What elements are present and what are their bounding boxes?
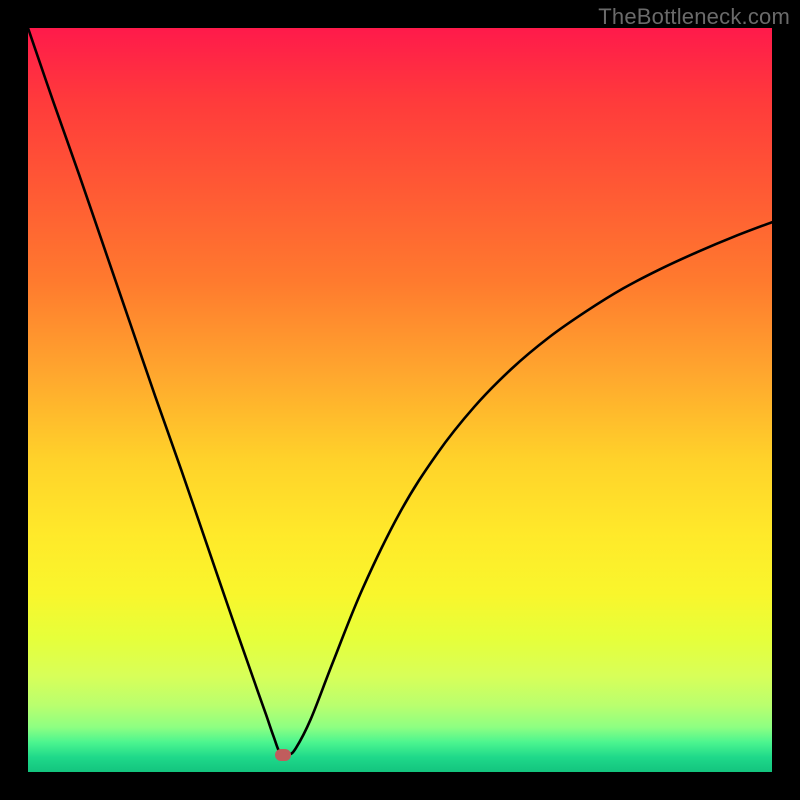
watermark-text: TheBottleneck.com (598, 4, 790, 30)
chart-frame: TheBottleneck.com (0, 0, 800, 800)
plot-area (28, 28, 772, 772)
minimum-marker (275, 749, 291, 761)
bottleneck-curve (28, 28, 772, 772)
